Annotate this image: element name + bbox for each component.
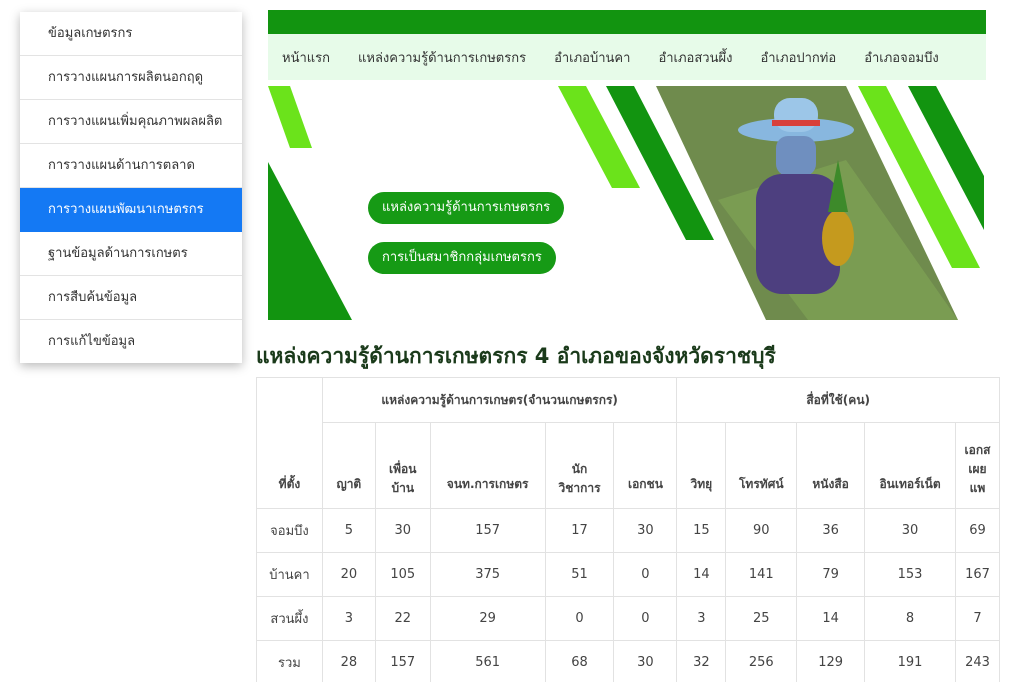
hero-banner: แหล่งความรู้ด้านการเกษตรกร การเป็นสมาชิก… — [268, 80, 986, 322]
nav-knowledge[interactable]: แหล่งความรู้ด้านการเกษตรกร — [344, 47, 540, 68]
sidebar-item-offseason-planning[interactable]: การวางแผนการผลิตนอกฤดู — [20, 56, 242, 100]
sidebar-item-search[interactable]: การสืบค้นข้อมูล — [20, 276, 242, 320]
group-membership-button[interactable]: การเป็นสมาชิกกลุ่มเกษตรกร — [368, 242, 556, 274]
cell-radio: 32 — [676, 640, 727, 682]
sidebar-item-quality-planning[interactable]: การวางแผนเพิ่มคุณภาพผลผลิต — [20, 100, 242, 144]
header-radio: วิทยุ — [676, 422, 727, 509]
cell-neighbor: 157 — [374, 640, 431, 682]
table-row: จอมบึง 5 30 157 17 30 15 90 36 30 69 — [256, 508, 1000, 553]
cell-book: 129 — [796, 640, 866, 682]
cell-location: บ้านคา — [256, 552, 323, 597]
knowledge-source-button[interactable]: แหล่งความรู้ด้านการเกษตรกร — [368, 192, 565, 224]
header-location: ที่ตั้ง — [256, 377, 323, 509]
face-mask-icon — [776, 136, 816, 176]
table-row: บ้านคา 20 105 375 51 0 14 141 79 153 167 — [256, 552, 1000, 597]
cell-tv: 90 — [725, 508, 798, 553]
cell-internet: 191 — [864, 640, 956, 682]
cell-academic: 68 — [544, 640, 615, 682]
cell-officer: 561 — [429, 640, 546, 682]
sidebar-item-marketing-planning[interactable]: การวางแผนด้านการตลาด — [20, 144, 242, 188]
header-private: เอกชน — [613, 422, 678, 509]
top-green-bar — [268, 10, 986, 34]
cell-private: 0 — [613, 596, 678, 641]
header-academic: นัก วิชาการ — [544, 422, 615, 509]
sidebar-menu: ข้อมูลเกษตรกร การวางแผนการผลิตนอกฤดู การ… — [20, 12, 242, 363]
header-neighbor: เพื่อน บ้าน — [374, 422, 431, 509]
cell-tv: 256 — [725, 640, 798, 682]
cell-private: 0 — [613, 552, 678, 597]
header-documents: เอกส เผย แพ — [954, 422, 1000, 509]
main-nav: หน้าแรก แหล่งความรู้ด้านการเกษตรกร อำเภอ… — [268, 34, 986, 80]
sidebar-item-farmer-development[interactable]: การวางแผนพัฒนาเกษตรกร — [20, 188, 242, 232]
sidebar-item-edit[interactable]: การแก้ไขข้อมูล — [20, 320, 242, 363]
cell-tv: 141 — [725, 552, 798, 597]
cell-neighbor: 105 — [374, 552, 431, 597]
header-book: หนังสือ — [796, 422, 866, 509]
cell-location: รวม — [256, 640, 323, 682]
cell-relatives: 28 — [321, 640, 376, 682]
header-knowledge-source: แหล่งความรู้ด้านการเกษตร(จำนวนเกษตรกร) — [321, 377, 678, 423]
cell-documents: 69 — [954, 508, 1000, 553]
cell-documents: 243 — [954, 640, 1000, 682]
cell-relatives: 3 — [321, 596, 376, 641]
cell-academic: 51 — [544, 552, 615, 597]
data-table-container: ที่ตั้ง แหล่งความรู้ด้านการเกษตร(จำนวนเก… — [256, 377, 1000, 682]
pineapple-icon — [822, 210, 854, 266]
cell-officer: 375 — [429, 552, 546, 597]
cell-academic: 17 — [544, 508, 615, 553]
header-media: สื่อที่ใช้(คน) — [676, 377, 1000, 423]
header-relatives: ญาติ — [321, 422, 376, 509]
nav-chom-bueng[interactable]: อำเภอจอมบึง — [850, 47, 953, 68]
hat-crown-icon — [774, 98, 818, 132]
cell-tv: 25 — [725, 596, 798, 641]
sidebar-item-farmer-info[interactable]: ข้อมูลเกษตรกร — [20, 12, 242, 56]
table-row: สวนผึ้ง 3 22 29 0 0 3 25 14 8 7 — [256, 596, 1000, 641]
cell-internet: 8 — [864, 596, 956, 641]
nav-suan-phueng[interactable]: อำเภอสวนผึ้ง — [644, 47, 746, 68]
cell-private: 30 — [613, 640, 678, 682]
header-officer: จนท.การเกษตร — [429, 422, 546, 509]
nav-home[interactable]: หน้าแรก — [268, 47, 344, 68]
sidebar-item-agri-database[interactable]: ฐานข้อมูลด้านการเกษตร — [20, 232, 242, 276]
cell-neighbor: 22 — [374, 596, 431, 641]
nav-pak-tho[interactable]: อำเภอปากท่อ — [746, 47, 850, 68]
hat-band-icon — [772, 120, 820, 126]
cell-book: 14 — [796, 596, 866, 641]
cell-relatives: 20 — [321, 552, 376, 597]
cell-officer: 157 — [429, 508, 546, 553]
header-tv: โทรทัศน์ — [725, 422, 798, 509]
cell-radio: 14 — [676, 552, 727, 597]
cell-relatives: 5 — [321, 508, 376, 553]
cell-documents: 167 — [954, 552, 1000, 597]
page-title: แหล่งความรู้ด้านการเกษตรกร 4 อำเภอของจัง… — [256, 344, 776, 368]
nav-ban-kha[interactable]: อำเภอบ้านคา — [540, 47, 644, 68]
cell-officer: 29 — [429, 596, 546, 641]
cell-book: 79 — [796, 552, 866, 597]
decor-triangle — [268, 162, 352, 320]
cell-location: สวนผึ้ง — [256, 596, 323, 641]
decor-stripe — [268, 86, 312, 148]
cell-academic: 0 — [544, 596, 615, 641]
cell-radio: 15 — [676, 508, 727, 553]
table-row-total: รวม 28 157 561 68 30 32 256 129 191 243 — [256, 640, 1000, 682]
cell-documents: 7 — [954, 596, 1000, 641]
cell-private: 30 — [613, 508, 678, 553]
cell-neighbor: 30 — [374, 508, 431, 553]
knowledge-table: ที่ตั้ง แหล่งความรู้ด้านการเกษตร(จำนวนเก… — [256, 377, 1000, 682]
cell-radio: 3 — [676, 596, 727, 641]
cell-book: 36 — [796, 508, 866, 553]
cell-location: จอมบึง — [256, 508, 323, 553]
cell-internet: 153 — [864, 552, 956, 597]
header-internet: อินเทอร์เน็ต — [864, 422, 956, 509]
cell-internet: 30 — [864, 508, 956, 553]
